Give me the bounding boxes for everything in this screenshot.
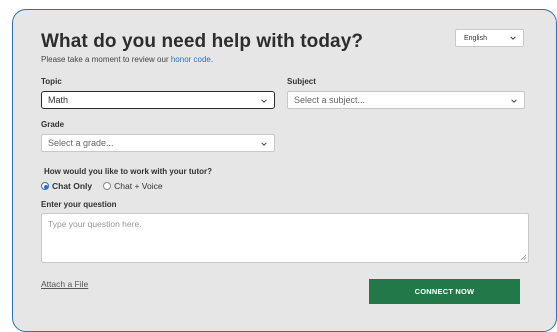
subject-placeholder: Select a subject... — [294, 95, 366, 105]
question-textarea[interactable]: Type your question here. — [41, 213, 529, 263]
subject-label: Subject — [287, 77, 316, 86]
subject-select[interactable]: Select a subject... — [287, 91, 525, 109]
topic-selected-value: Math — [48, 95, 69, 105]
chevron-down-icon — [511, 99, 517, 103]
work-mode-radio-group: Chat Only Chat + Voice — [41, 181, 174, 191]
grade-label: Grade — [41, 120, 65, 129]
topic-select[interactable]: Math — [41, 91, 275, 109]
chat-voice-label: Chat + Voice — [114, 181, 163, 191]
work-mode-question: How would you like to work with your tut… — [44, 167, 212, 176]
language-selected-value: English — [464, 34, 487, 42]
grade-placeholder: Select a grade... — [48, 138, 114, 148]
chat-voice-option[interactable]: Chat + Voice — [103, 181, 163, 191]
radio-checked-icon[interactable] — [41, 182, 49, 190]
question-placeholder: Type your question here. — [48, 219, 142, 229]
connect-now-button[interactable]: CONNECT NOW — [369, 279, 520, 304]
radio-unchecked-icon[interactable] — [103, 182, 112, 190]
grade-select[interactable]: Select a grade... — [41, 134, 275, 152]
chat-only-label: Chat Only — [52, 181, 93, 191]
page-subtitle: Please take a moment to review our honor… — [41, 55, 213, 64]
chevron-down-icon — [261, 99, 267, 103]
honor-code-link[interactable]: honor code — [171, 55, 211, 64]
subtitle-period: . — [210, 55, 214, 64]
question-label: Enter your question — [41, 200, 117, 209]
attach-file-link[interactable]: Attach a File — [41, 279, 88, 289]
chat-only-option[interactable]: Chat Only — [41, 181, 92, 191]
resize-handle-icon[interactable] — [520, 254, 526, 260]
page-title: What do you need help with today? — [41, 31, 364, 52]
chevron-down-icon — [510, 36, 516, 40]
language-select[interactable]: English — [455, 29, 524, 47]
topic-label: Topic — [41, 77, 62, 86]
chevron-down-icon — [261, 142, 267, 146]
subtitle-text: Please take a moment to review our — [41, 55, 171, 64]
